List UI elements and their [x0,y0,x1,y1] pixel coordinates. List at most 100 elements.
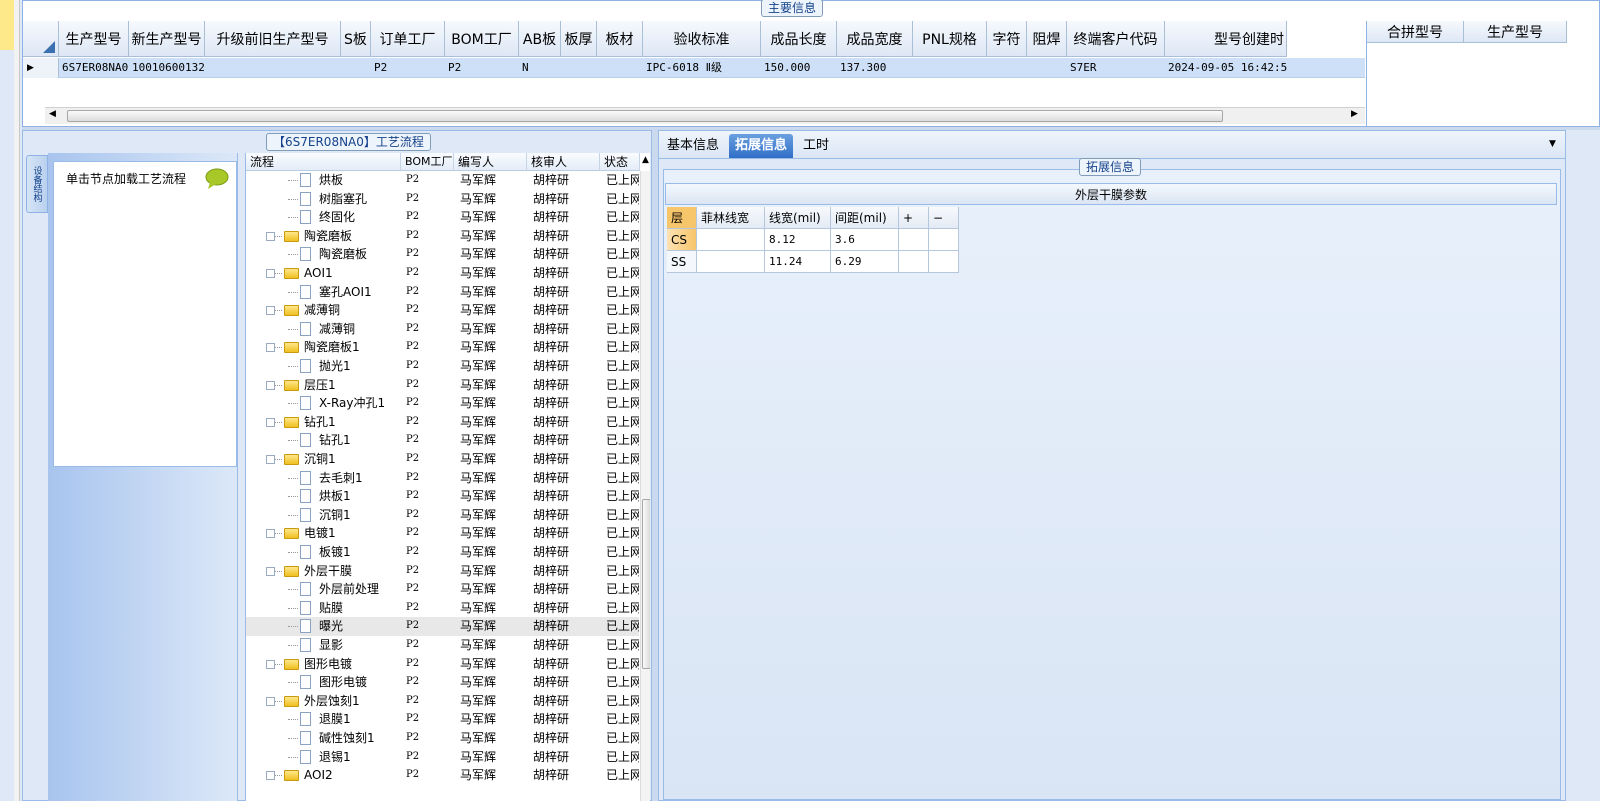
tree-row[interactable]: 退锡1 P2 马军辉 胡梓研 已上网 [246,748,639,767]
collapse-icon[interactable]: − [266,455,275,464]
main-col-header[interactable]: S板 [341,21,371,57]
main-col-header[interactable]: 成品宽度 [837,21,913,57]
table-cell[interactable]: 10010600132216 [129,58,205,78]
main-col-header[interactable]: 字符 [987,21,1027,57]
scroll-left-icon[interactable]: ◀ [49,109,56,119]
remove-column-button[interactable]: − [929,207,959,229]
tree-row[interactable]: − 外层干膜 P2 马军辉 胡梓研 已上网 [246,562,639,581]
tree-row[interactable]: − 层压1 P2 马军辉 胡梓研 已上网 [246,376,639,395]
collapse-icon[interactable]: − [266,659,275,669]
tree-row[interactable]: 烘板 P2 马军辉 胡梓研 已上网 [246,171,639,190]
table-cell[interactable]: S7ER [1067,58,1165,78]
tree-row[interactable]: − AOI2 P2 马军辉 胡梓研 已上网 [246,766,639,785]
param-col-header[interactable]: 层 [667,207,697,229]
param-cell[interactable]: 6.29 [831,251,899,273]
production-model-header[interactable]: 生产型号 [1464,21,1567,43]
tree-col-bom[interactable]: BOM工厂 [401,153,454,171]
main-col-header[interactable]: 新生产型号 [129,21,205,57]
tree-row[interactable]: − 电镀1 P2 马军辉 胡梓研 已上网 [246,524,639,543]
tree-row[interactable]: 图形电镀 P2 马军辉 胡梓研 已上网 [246,673,639,692]
main-col-header[interactable]: 型号创建时 [1165,21,1287,57]
table-cell[interactable]: 2024-09-05 16:42:58 [1165,58,1287,78]
main-col-header[interactable]: 板材 [597,21,643,57]
tab-basic-info[interactable]: 基本信息 [661,134,725,158]
tree-row[interactable]: 减薄铜 P2 马军辉 胡梓研 已上网 [246,320,639,339]
table-cell[interactable]: P2 [445,58,519,78]
collapse-icon[interactable]: − [266,417,275,427]
tree-row[interactable]: − 钻孔1 P2 马军辉 胡梓研 已上网 [246,413,639,432]
table-cell[interactable]: N [519,58,561,78]
tree-row[interactable]: − 图形电镀 P2 马军辉 胡梓研 已上网 [246,655,639,674]
main-col-header[interactable]: 订单工厂 [371,21,445,57]
tree-row[interactable]: 贴膜 P2 马军辉 胡梓研 已上网 [246,599,639,618]
tree-row[interactable]: − AOI1 P2 马军辉 胡梓研 已上网 [246,264,639,283]
main-col-header[interactable]: 生产型号 [59,21,129,57]
table-cell[interactable]: P2 [371,58,445,78]
tree-row[interactable]: 碱性蚀刻1 P2 马军辉 胡梓研 已上网 [246,729,639,748]
tree-col-reviewer[interactable]: 核审人 [527,153,600,171]
chevron-down-icon[interactable]: ▼ [1549,139,1556,149]
param-col-header[interactable]: 菲林线宽 [697,207,765,229]
param-cell[interactable]: 11.24 [765,251,831,273]
param-cell[interactable]: 8.12 [765,229,831,251]
tree-row[interactable]: − 外层蚀刻1 P2 马军辉 胡梓研 已上网 [246,692,639,711]
tree-row[interactable]: 烘板1 P2 马军辉 胡梓研 已上网 [246,487,639,506]
table-cell[interactable]: 6S7ER08NA0 [59,58,129,78]
main-col-header[interactable]: 板厚 [561,21,597,57]
tree-row[interactable]: 沉铜1 P2 马军辉 胡梓研 已上网 [246,506,639,525]
table-cell[interactable] [913,58,987,78]
table-cell[interactable] [597,58,643,78]
tab-work-hours[interactable]: 工时 [797,134,835,158]
tree-col-status[interactable]: 状态 [600,153,640,171]
tree-row[interactable]: 外层前处理 P2 马军辉 胡梓研 已上网 [246,580,639,599]
param-col-header[interactable]: 间距(mil) [831,207,899,229]
tab-extended-info[interactable]: 拓展信息 [729,134,794,158]
tree-row[interactable]: − 减薄铜 P2 马军辉 胡梓研 已上网 [246,301,639,320]
main-col-header[interactable]: 阻焊 [1027,21,1067,57]
param-cell[interactable] [929,229,959,251]
tree-row[interactable]: − 沉铜1 P2 马军辉 胡梓研 已上网 [246,450,639,469]
table-cell[interactable] [561,58,597,78]
collapse-icon[interactable]: − [266,696,275,706]
collapse-icon[interactable]: − [266,231,275,241]
tree-row[interactable]: − 陶瓷磨板 P2 马军辉 胡梓研 已上网 [246,227,639,246]
tree-row[interactable]: 退膜1 P2 马军辉 胡梓研 已上网 [246,710,639,729]
collapse-icon[interactable]: − [266,269,275,278]
param-cell[interactable] [929,251,959,273]
scroll-thumb[interactable] [67,110,1223,122]
tree-row[interactable]: 曝光 P2 马军辉 胡梓研 已上网 [246,617,639,636]
tree-col-flow[interactable]: 流程 [246,153,401,171]
grid-corner[interactable] [23,21,59,57]
tree-row[interactable]: 显影 P2 马军辉 胡梓研 已上网 [246,636,639,655]
scroll-right-icon[interactable]: ▶ [1351,109,1358,119]
tree-row[interactable]: X-Ray冲孔1 P2 马军辉 胡梓研 已上网 [246,394,639,413]
scroll-up-icon[interactable]: ▲ [642,155,649,165]
table-cell[interactable] [205,58,341,78]
collapse-icon[interactable]: − [266,529,275,539]
side-tab-device-structure[interactable]: 设备结构 [26,155,48,213]
main-col-header[interactable]: 验收标准 [643,21,761,57]
tree-row[interactable]: 树脂塞孔 P2 马军辉 胡梓研 已上网 [246,190,639,209]
table-cell[interactable] [341,58,371,78]
tree-row[interactable]: 塞孔AOI1 P2 马军辉 胡梓研 已上网 [246,283,639,302]
param-cell[interactable] [899,251,929,273]
main-col-header[interactable]: BOM工厂 [445,21,519,57]
table-cell[interactable]: 150.000 [761,58,837,78]
collapse-icon[interactable]: − [266,343,275,353]
collapse-icon[interactable]: − [266,380,275,390]
tree-row[interactable]: 终固化 P2 马军辉 胡梓研 已上网 [246,208,639,227]
merged-model-header[interactable]: 合拼型号 [1367,21,1464,43]
table-cell[interactable] [987,58,1027,78]
collapse-icon[interactable]: − [266,306,275,316]
tree-col-writer[interactable]: 编写人 [454,153,527,171]
tree-vscrollbar[interactable]: ▲ [640,155,650,801]
collapse-icon[interactable]: − [266,771,275,781]
table-cell[interactable] [1027,58,1067,78]
param-cell[interactable]: 3.6 [831,229,899,251]
param-cell[interactable] [697,229,765,251]
main-col-header[interactable]: PNL规格 [913,21,987,57]
tree-row[interactable]: − 陶瓷磨板1 P2 马军辉 胡梓研 已上网 [246,338,639,357]
tree-row[interactable]: 抛光1 P2 马军辉 胡梓研 已上网 [246,357,639,376]
table-cell[interactable]: 137.300 [837,58,913,78]
tree-row[interactable]: 板镀1 P2 马军辉 胡梓研 已上网 [246,543,639,562]
